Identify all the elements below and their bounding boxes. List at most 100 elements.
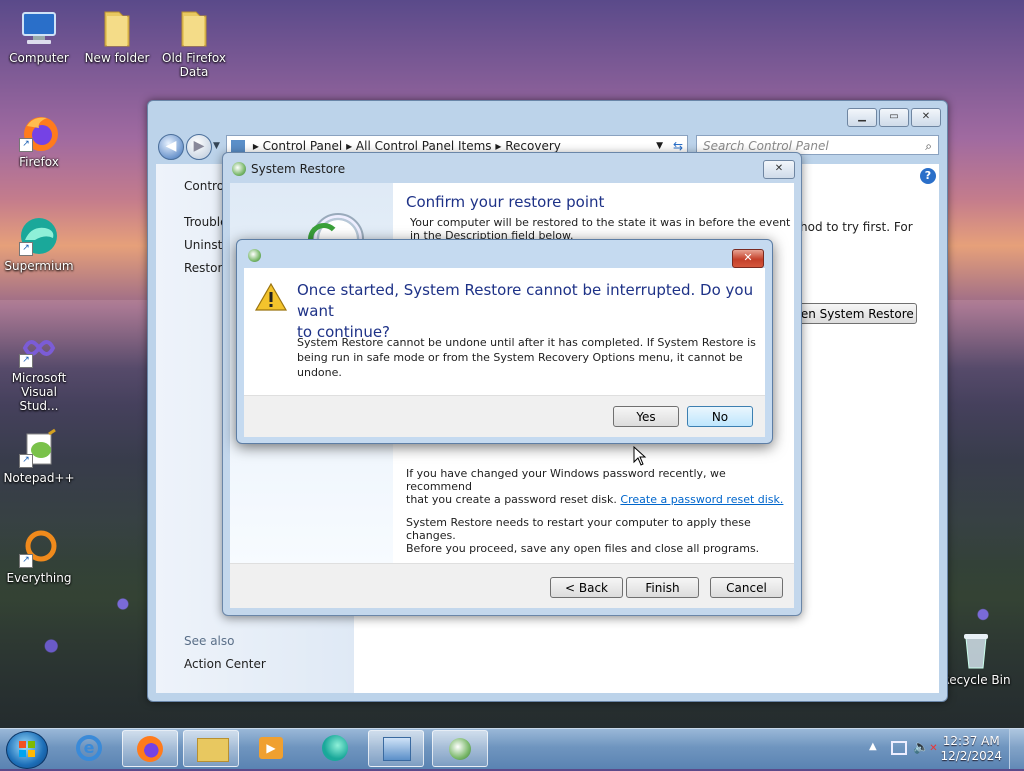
dialog-content: Once started, System Restore cannot be i…	[244, 268, 765, 437]
desktop-icon-new-folder[interactable]: New folder	[81, 8, 153, 65]
minimize-button[interactable]: ▁	[847, 108, 877, 127]
breadcrumb-control-panel[interactable]: Control Panel	[263, 139, 343, 153]
restart-note-line: Before you proceed, save any open files …	[406, 542, 760, 555]
desktop-icon-label: Computer	[9, 51, 69, 65]
desktop-icon-supermium[interactable]: ↗ Supermium	[3, 216, 75, 273]
media-player-icon: ▶	[259, 737, 283, 759]
cancel-button[interactable]: Cancel	[710, 577, 783, 598]
forward-arrow-icon[interactable]: ▶	[186, 134, 212, 160]
taskbar-firefox[interactable]	[122, 730, 178, 767]
confirm-dialog[interactable]: ✕ Once started, System Restore cannot be…	[236, 239, 773, 444]
finish-button[interactable]: Finish	[626, 577, 699, 598]
desktop-icon-label: Notepad++	[3, 471, 75, 485]
back-arrow-icon[interactable]: ◀	[158, 134, 184, 160]
system-restore-icon	[232, 162, 246, 176]
maximize-button[interactable]: ▭	[879, 108, 909, 127]
start-button[interactable]	[6, 731, 48, 769]
clock-date: 12/2/2024	[940, 749, 1002, 763]
main-instruction-line: Once started, System Restore cannot be i…	[297, 281, 754, 320]
breadcrumb-separator-icon: ▸	[346, 139, 356, 153]
intro-line: Your computer will be restored to the st…	[410, 216, 791, 229]
show-hidden-icons-chevron-icon[interactable]: ▲	[869, 741, 877, 752]
clock[interactable]: 12:37 AM 12/2/2024	[940, 734, 1002, 764]
password-note: If you have changed your Windows passwor…	[406, 467, 786, 506]
taskbar-control-panel[interactable]	[368, 730, 424, 767]
desktop-icon-notepad-plus-plus[interactable]: ↗ Notepad++	[3, 428, 75, 485]
yes-button[interactable]: Yes	[613, 406, 679, 427]
close-button[interactable]: ✕	[763, 160, 795, 179]
taskbar-media-player[interactable]: ▶	[244, 730, 300, 767]
content-text: System Restore cannot be undone until af…	[297, 335, 756, 380]
control-panel-icon	[383, 737, 411, 761]
desktop-icon-computer[interactable]: Computer	[3, 8, 75, 65]
recycle-bin-icon	[956, 630, 996, 670]
taskbar-internet-explorer[interactable]: e	[62, 730, 118, 767]
restart-note: System Restore needs to restart your com…	[406, 516, 794, 555]
system-restore-icon	[449, 738, 471, 760]
action-center-link[interactable]: Action Center	[184, 657, 266, 671]
taskbar-supermium[interactable]	[308, 730, 364, 767]
shortcut-arrow-icon: ↗	[19, 454, 33, 468]
recovery-description-text: hod to try first. For	[800, 220, 913, 234]
notepad-plus-plus-icon: ↗	[19, 428, 59, 468]
close-button[interactable]: ✕	[732, 249, 764, 268]
desktop-icon-visual-studio[interactable]: ↗ Microsoft Visual Stud...	[3, 328, 75, 413]
no-button[interactable]: No	[687, 406, 753, 427]
show-desktop-button[interactable]	[1009, 729, 1024, 769]
search-placeholder: Search Control Panel	[703, 139, 829, 153]
create-password-reset-disk-link[interactable]: Create a password reset disk.	[620, 493, 783, 506]
network-icon[interactable]	[891, 741, 907, 755]
taskbar-windows-explorer[interactable]	[183, 730, 239, 767]
windows-logo-icon	[19, 741, 35, 757]
folder-icon	[197, 738, 229, 762]
content-line: undone.	[297, 366, 342, 379]
back-button[interactable]: < Back	[550, 577, 623, 598]
warning-icon	[254, 282, 288, 315]
volume-muted-icon[interactable]: 🔈✕	[913, 740, 938, 755]
dialog-footer: Yes No	[244, 395, 765, 437]
desktop-icon-recycle-bin[interactable]: Recycle Bin	[938, 630, 1014, 687]
desktop-icon-label: Microsoft Visual Stud...	[11, 371, 67, 413]
password-note-line: that you create a password reset disk.	[406, 493, 621, 506]
breadcrumb-separator-icon: ▸	[252, 139, 263, 153]
supermium-icon: ↗	[19, 216, 59, 256]
desktop-icon-label: Everything	[6, 571, 72, 585]
everything-icon: ↗	[19, 528, 59, 568]
supermium-icon	[322, 735, 348, 761]
desktop-icon-label: New folder	[84, 51, 150, 65]
firefox-icon	[137, 736, 163, 762]
folder-icon	[97, 8, 137, 48]
wizard-footer: < Back Finish Cancel	[230, 563, 794, 608]
window-title: System Restore	[251, 162, 346, 176]
desktop-icon-old-firefox-data[interactable]: Old Firefox Data	[158, 8, 230, 79]
taskbar-system-restore[interactable]	[432, 730, 488, 767]
main-instruction: Once started, System Restore cannot be i…	[297, 280, 765, 343]
shortcut-arrow-icon: ↗	[19, 354, 33, 368]
folder-icon	[174, 8, 214, 48]
search-icon[interactable]: ⌕	[925, 136, 932, 156]
sidebar-link-control-panel-home[interactable]: Control	[184, 179, 227, 193]
clock-time: 12:37 AM	[942, 734, 1000, 748]
recent-pages-chevron-icon[interactable]: ▼	[213, 141, 220, 151]
see-also-heading: See also	[184, 634, 235, 648]
close-button[interactable]: ✕	[911, 108, 941, 127]
breadcrumb-separator-icon: ▸	[495, 139, 506, 153]
desktop-icon-firefox[interactable]: ↗ Firefox	[3, 112, 75, 169]
visual-studio-icon: ↗	[19, 328, 59, 368]
breadcrumb-recovery[interactable]: Recovery	[505, 139, 561, 153]
sidebar-link-troubleshooting[interactable]: Trouble	[184, 215, 228, 229]
shortcut-arrow-icon: ↗	[19, 242, 33, 256]
content-line: being run in safe mode or from the Syste…	[297, 351, 743, 364]
desktop-icon-label: Recycle Bin	[941, 673, 1011, 687]
mouse-cursor-icon	[633, 445, 647, 469]
help-icon[interactable]: ?	[920, 168, 936, 184]
restart-note-line: System Restore needs to restart your com…	[406, 516, 751, 542]
desktop-icon-label: Supermium	[4, 259, 74, 273]
taskbar: e ▶ ▲ 🔈✕ 12:37 AM 12/2/2024	[0, 728, 1024, 769]
firefox-icon: ↗	[19, 112, 59, 152]
desktop-icon-everything[interactable]: ↗ Everything	[3, 528, 75, 585]
breadcrumb-all-items[interactable]: All Control Panel Items	[356, 139, 492, 153]
internet-explorer-icon: e	[76, 735, 102, 761]
open-system-restore-button[interactable]: pen System Restore	[790, 303, 917, 324]
system-restore-icon	[248, 249, 261, 262]
